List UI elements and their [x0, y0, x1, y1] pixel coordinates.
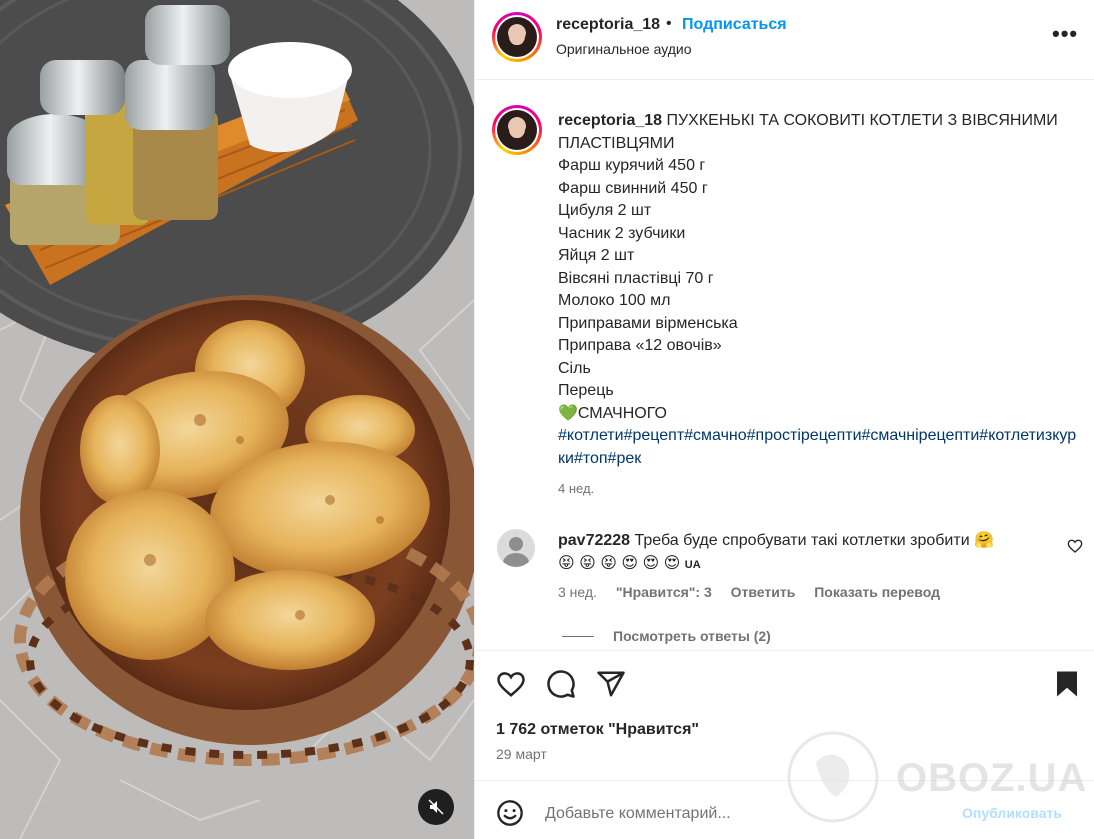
ingredient-line: Приправами вірменська: [558, 314, 738, 332]
post-date[interactable]: 29 март: [496, 746, 547, 762]
ingredient-line: Фарш курячий 450 г: [558, 157, 706, 174]
ingredient-line: Яйця 2 шт: [558, 247, 635, 264]
more-options-button[interactable]: •••: [1052, 23, 1078, 47]
mute-icon: [428, 799, 444, 815]
comment-like-icon[interactable]: [1067, 538, 1083, 554]
green-heart-icon: 💚: [558, 404, 578, 422]
heart-icon[interactable]: [496, 669, 526, 699]
comment-time[interactable]: 3 нед.: [558, 584, 597, 600]
ingredient-line: Часник 2 зубчики: [558, 224, 686, 242]
view-replies-label: Посмотреть ответы (2): [613, 628, 771, 644]
caption-username[interactable]: receptoria_18: [558, 112, 662, 129]
commenter-avatar[interactable]: [497, 529, 535, 567]
caption-avatar[interactable]: [492, 105, 542, 155]
more-icon: •••: [1052, 21, 1079, 46]
hashtags-link[interactable]: #котлети#рецепт#смачно#простірецепти#сма…: [558, 425, 1083, 470]
post-panel: receptoria_18 • Подписаться Оригинальное…: [474, 0, 1094, 839]
comment-likes-count[interactable]: "Нравится": 3: [616, 584, 712, 600]
ingredient-line: Вівсяні пластівці 70 г: [558, 269, 714, 287]
food-photo: [0, 0, 474, 839]
closing-text: СМАЧНОГО: [577, 404, 667, 422]
ingredient-line: Сіль: [558, 359, 591, 377]
bookmark-icon[interactable]: [1052, 669, 1082, 699]
comment-flag: UA: [684, 559, 701, 571]
ingredient-line: Приправа «12 овочів»: [558, 337, 722, 354]
replies-divider: [562, 635, 594, 637]
ingredient-line: Фарш свинний 450 г: [558, 179, 708, 197]
author-avatar[interactable]: [492, 12, 542, 62]
commenter-username[interactable]: pav72228: [558, 532, 630, 549]
comment-input[interactable]: [545, 801, 965, 827]
add-comment-bar: Опубликовать: [475, 780, 1094, 839]
post-comment-button[interactable]: Опубликовать: [962, 805, 1062, 821]
post-header: receptoria_18 • Подписаться Оригинальное…: [475, 0, 1094, 80]
separator-dot: •: [666, 15, 672, 32]
audio-label[interactable]: Оригинальное аудио: [556, 41, 692, 57]
translate-button[interactable]: Показать перевод: [814, 584, 940, 600]
caption-time[interactable]: 4 нед.: [558, 481, 594, 496]
caption-text: receptoria_18 ПУХКЕНЬКІ ТА СОКОВИТІ КОТЛ…: [558, 110, 1083, 470]
reply-button[interactable]: Ответить: [731, 584, 796, 600]
follow-button[interactable]: Подписаться: [682, 16, 787, 34]
post-media[interactable]: [0, 0, 474, 839]
comment-icon[interactable]: [546, 669, 576, 699]
mute-button[interactable]: [418, 789, 454, 825]
ingredient-line: Молоко 100 мл: [558, 292, 671, 309]
comment-body: Треба буде спробувати такі котлетки зроб…: [634, 532, 994, 549]
post-actions: 1 762 отметок "Нравится" 29 март: [475, 650, 1094, 780]
author-username[interactable]: receptoria_18: [556, 16, 660, 34]
ingredient-line: Цибуля 2 шт: [558, 202, 652, 219]
comment-meta: 3 нед. "Нравится": 3 Ответить Показать п…: [558, 584, 955, 600]
likes-count[interactable]: 1 762 отметок "Нравится": [496, 721, 699, 739]
ingredient-line: Перець: [558, 382, 614, 399]
comment-text: pav72228 Треба буде спробувати такі котл…: [558, 529, 1038, 577]
caption-closing: 💚СМАЧНОГО: [558, 403, 1083, 426]
view-replies-button[interactable]: Посмотреть ответы (2): [562, 628, 771, 644]
share-icon[interactable]: [596, 669, 626, 699]
emoji-icon[interactable]: [496, 799, 524, 827]
comment-emojis: 😝 😝 😝 😍 😍 😍: [558, 555, 681, 572]
